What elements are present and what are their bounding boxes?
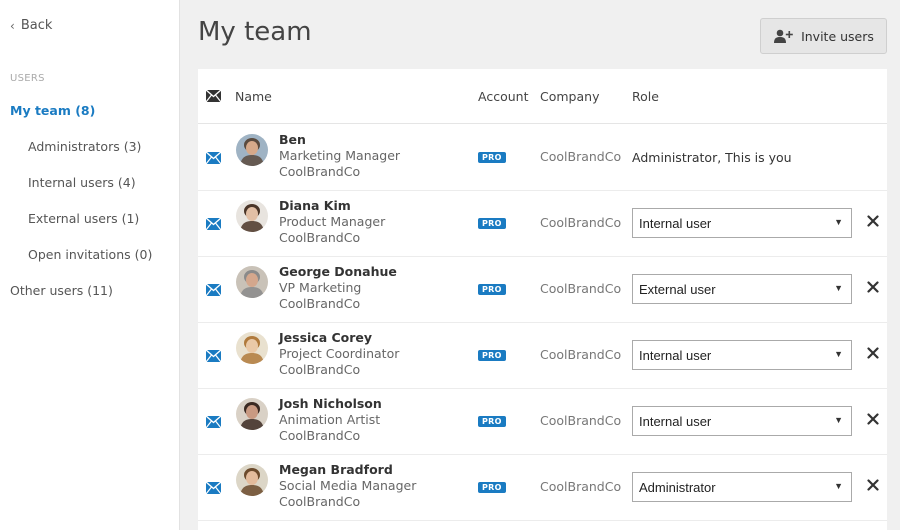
- company-cell: CoolBrandCo: [540, 281, 622, 296]
- user-title: Product Manager: [279, 214, 386, 229]
- back-label: Back: [20, 18, 53, 33]
- remove-user-icon[interactable]: [867, 215, 879, 231]
- avatar: [236, 332, 268, 364]
- sidebar-item-external-users[interactable]: External users (1): [28, 211, 139, 226]
- user-title: Social Media Manager: [279, 478, 417, 493]
- user-company-line: CoolBrandCo: [279, 428, 361, 443]
- role-select[interactable]: Internal user ▼: [632, 208, 852, 238]
- user-company-line: CoolBrandCo: [279, 230, 361, 245]
- table-row: Diana Kim Product Manager CoolBrandCo PR…: [198, 191, 887, 257]
- column-header-role[interactable]: Role: [632, 89, 659, 104]
- envelope-icon[interactable]: [205, 481, 222, 498]
- role-select-value: Administrator: [639, 479, 716, 495]
- envelope-icon[interactable]: [205, 283, 222, 300]
- dropdown-arrow-icon: ▼: [834, 283, 843, 293]
- user-name: Megan Bradford: [279, 462, 393, 477]
- sidebar: ‹ Back USERS My team (8) Administrators …: [0, 0, 180, 530]
- main-content: My team Invite users Name Account Compan…: [180, 0, 900, 530]
- column-header-account[interactable]: Account: [478, 89, 528, 104]
- account-badge: PRO: [478, 350, 506, 361]
- dropdown-arrow-icon: ▼: [834, 217, 843, 227]
- add-user-icon: [774, 29, 793, 43]
- envelope-icon[interactable]: [205, 89, 222, 106]
- role-select[interactable]: Administrator ▼: [632, 472, 852, 502]
- user-title: Marketing Manager: [279, 148, 401, 163]
- user-title: Animation Artist: [279, 412, 381, 427]
- sidebar-item-my-team[interactable]: My team (8): [10, 103, 95, 118]
- avatar: [236, 200, 268, 232]
- company-cell: CoolBrandCo: [540, 347, 622, 362]
- user-company-line: CoolBrandCo: [279, 164, 361, 179]
- role-select-value: Internal user: [639, 347, 712, 363]
- remove-user-icon[interactable]: [867, 413, 879, 429]
- user-title: Project Coordinator: [279, 346, 400, 361]
- role-select[interactable]: Internal user ▼: [632, 340, 852, 370]
- user-company-line: CoolBrandCo: [279, 494, 361, 509]
- role-select-value: External user: [639, 281, 716, 297]
- role-select-value: Internal user: [639, 413, 712, 429]
- role-text: Administrator, This is you: [632, 150, 792, 165]
- company-cell: CoolBrandCo: [540, 215, 622, 230]
- table-row: Megan Bradford Social Media Manager Cool…: [198, 455, 887, 521]
- account-badge: PRO: [478, 284, 506, 295]
- avatar: [236, 266, 268, 298]
- user-name: Josh Nicholson: [279, 396, 382, 411]
- table-row: Jessica Corey Project Coordinator CoolBr…: [198, 323, 887, 389]
- avatar: [236, 398, 268, 430]
- table-row: Ben Marketing Manager CoolBrandCo PRO Co…: [198, 125, 887, 191]
- envelope-icon[interactable]: [205, 217, 222, 234]
- dropdown-arrow-icon: ▼: [834, 481, 843, 491]
- role-select[interactable]: Internal user ▼: [632, 406, 852, 436]
- user-company-line: CoolBrandCo: [279, 362, 361, 377]
- remove-user-icon[interactable]: [867, 281, 879, 297]
- invite-users-button[interactable]: Invite users: [760, 18, 887, 54]
- role-select-value: Internal user: [639, 215, 712, 231]
- table-header: Name Account Company Role: [198, 69, 887, 124]
- table-row: George Donahue VP Marketing CoolBrandCo …: [198, 257, 887, 323]
- role-select[interactable]: External user ▼: [632, 274, 852, 304]
- company-cell: CoolBrandCo: [540, 149, 622, 164]
- remove-user-icon[interactable]: [867, 347, 879, 363]
- avatar: [236, 464, 268, 496]
- envelope-icon[interactable]: [205, 151, 222, 168]
- column-header-company[interactable]: Company: [540, 89, 599, 104]
- back-link[interactable]: ‹ Back: [10, 18, 52, 33]
- envelope-icon[interactable]: [205, 415, 222, 432]
- account-badge: PRO: [478, 416, 506, 427]
- sidebar-item-internal-users[interactable]: Internal users (4): [28, 175, 136, 190]
- page-title: My team: [198, 17, 312, 47]
- sidebar-item-administrators[interactable]: Administrators (3): [28, 139, 141, 154]
- user-name: Diana Kim: [279, 198, 351, 213]
- user-name: George Donahue: [279, 264, 397, 279]
- table-row: Josh Nicholson Animation Artist CoolBran…: [198, 389, 887, 455]
- users-section-label: USERS: [10, 73, 45, 84]
- user-title: VP Marketing: [279, 280, 362, 295]
- dropdown-arrow-icon: ▼: [834, 349, 843, 359]
- company-cell: CoolBrandCo: [540, 479, 622, 494]
- account-badge: PRO: [478, 482, 506, 493]
- avatar: [236, 134, 268, 166]
- invite-users-label: Invite users: [801, 28, 874, 44]
- user-name: Jessica Corey: [279, 330, 373, 345]
- user-company-line: CoolBrandCo: [279, 296, 361, 311]
- sidebar-item-other-users[interactable]: Other users (11): [10, 283, 113, 298]
- account-badge: PRO: [478, 152, 506, 163]
- team-table: Name Account Company Role Ben Marketing …: [198, 69, 887, 530]
- account-badge: PRO: [478, 218, 506, 229]
- chevron-left-icon: ‹: [10, 18, 15, 33]
- dropdown-arrow-icon: ▼: [834, 415, 843, 425]
- column-header-name[interactable]: Name: [235, 89, 272, 104]
- remove-user-icon[interactable]: [867, 479, 879, 495]
- sidebar-item-open-invitations[interactable]: Open invitations (0): [28, 247, 152, 262]
- company-cell: CoolBrandCo: [540, 413, 622, 428]
- user-name: Ben: [279, 132, 306, 147]
- envelope-icon[interactable]: [205, 349, 222, 366]
